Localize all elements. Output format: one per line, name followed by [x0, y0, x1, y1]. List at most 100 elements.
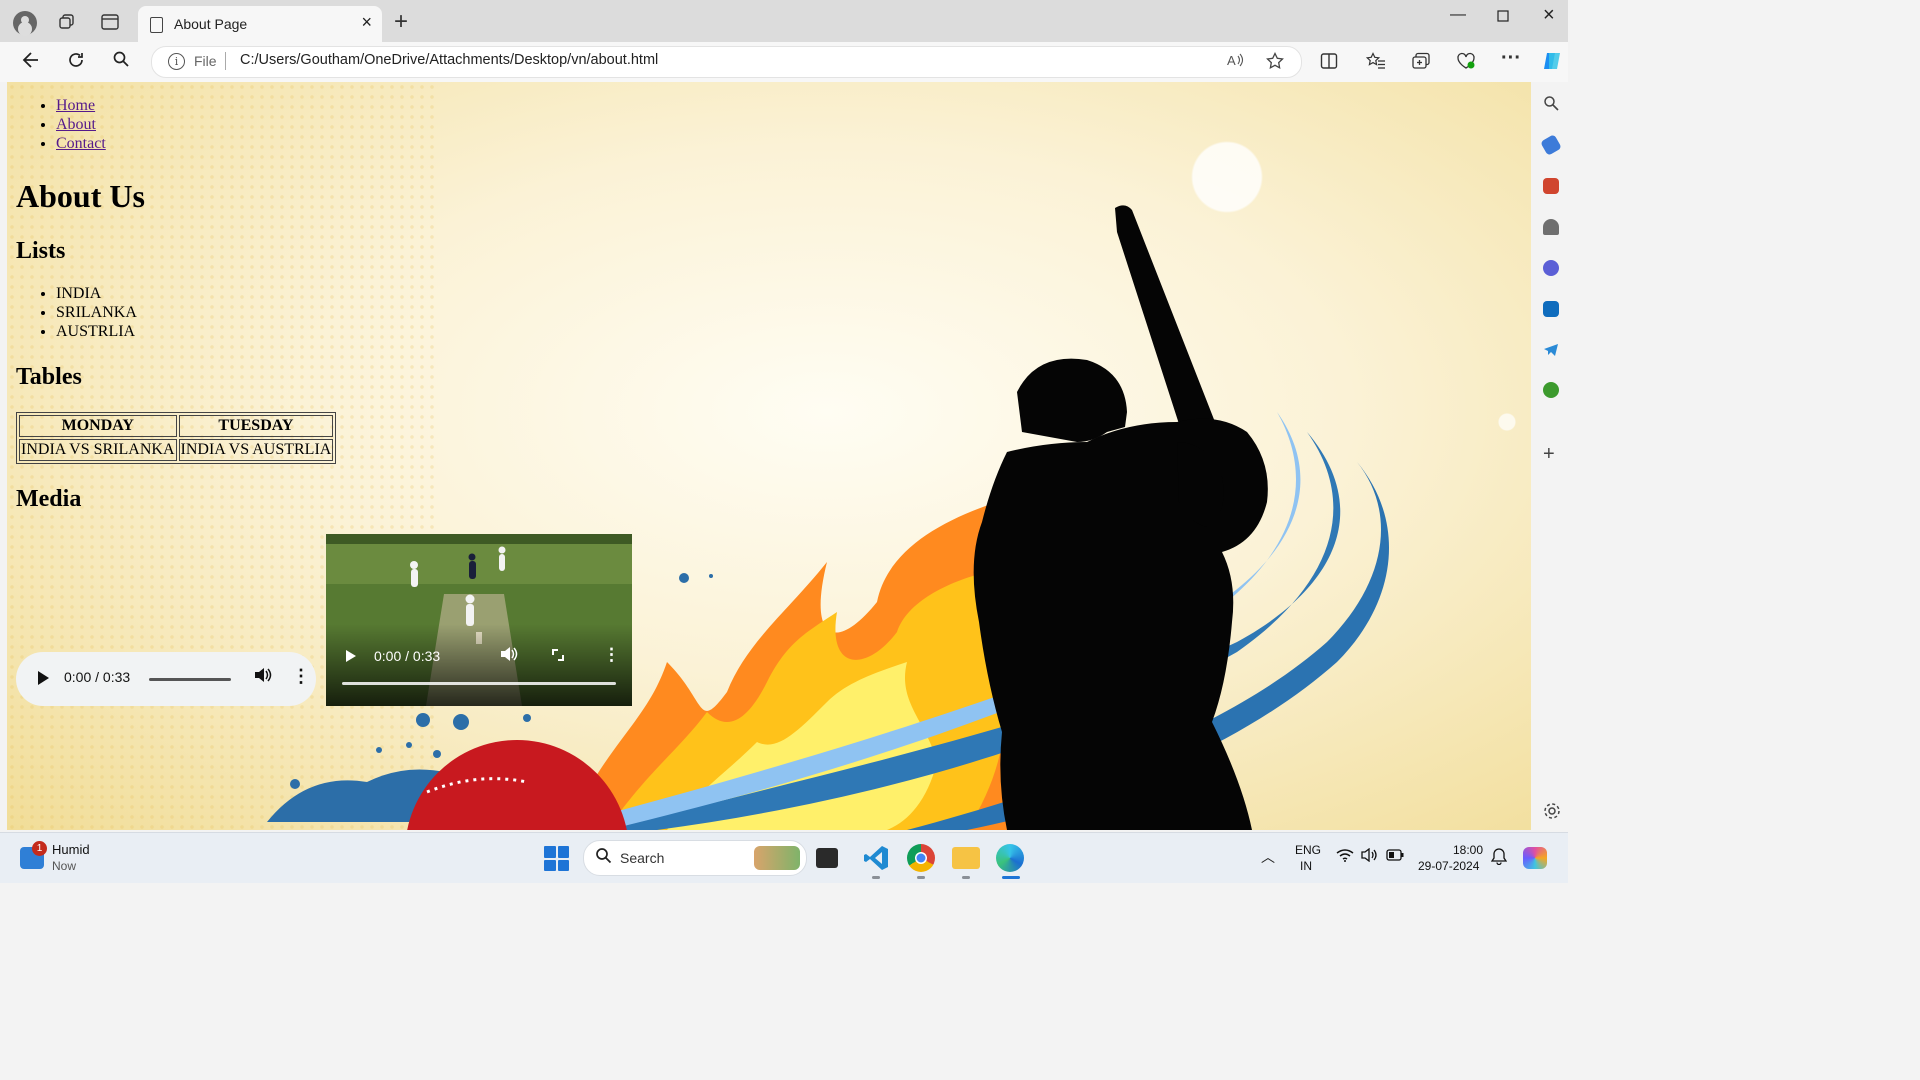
notification-bell-icon[interactable]	[1490, 848, 1508, 869]
address-url[interactable]: C:/Users/Goutham/OneDrive/Attachments/De…	[240, 52, 658, 68]
profile-icon[interactable]	[13, 11, 37, 35]
favorite-star-icon[interactable]	[1266, 51, 1284, 75]
new-tab-icon[interactable]: +	[394, 8, 408, 36]
weather-title[interactable]: Humid	[52, 842, 90, 857]
nav-link-home[interactable]: Home	[56, 97, 95, 114]
nav-item: Contact	[56, 134, 106, 153]
table-header-row: MONDAY TUESDAY	[19, 415, 334, 437]
task-view-icon[interactable]	[816, 848, 838, 868]
audio-progress-slider[interactable]	[149, 678, 231, 681]
telegram-icon[interactable]	[1543, 342, 1559, 358]
audio-time: 0:00 / 0:33	[64, 669, 131, 685]
search-label: Search	[620, 850, 665, 866]
tab-title: About Page	[174, 16, 248, 32]
table-header-cell: TUESDAY	[178, 415, 334, 437]
audio-play-icon[interactable]	[38, 671, 49, 685]
browser-essentials-icon[interactable]	[1456, 52, 1476, 75]
games-icon[interactable]	[1543, 219, 1559, 235]
fullscreen-icon[interactable]	[552, 649, 564, 661]
lists-heading: Lists	[16, 238, 66, 264]
weather-subtitle: Now	[52, 859, 77, 873]
chevron-up-icon[interactable]: ︿	[1261, 847, 1275, 867]
windows-taskbar: 1 Humid Now Search ︿ ENG IN 18:00 29-07-…	[0, 832, 1568, 883]
shopping-tag-icon[interactable]	[1540, 134, 1562, 156]
taskbar-search-box[interactable]: Search	[583, 840, 807, 876]
nav-item: Home	[56, 96, 106, 115]
minimize-icon[interactable]: —	[1450, 6, 1466, 24]
active-app-indicator	[1002, 876, 1020, 879]
tools-icon[interactable]	[1543, 178, 1559, 194]
tab-about-page[interactable]: About Page ×	[138, 6, 382, 42]
battery-icon[interactable]	[1386, 848, 1404, 865]
media-heading: Media	[16, 486, 82, 512]
video-player[interactable]: 0:00 / 0:33 ⋮	[326, 534, 632, 706]
audio-volume-icon[interactable]	[254, 667, 272, 688]
split-screen-icon[interactable]	[1320, 52, 1338, 75]
svg-text:A: A	[1227, 53, 1236, 68]
chrome-icon[interactable]	[907, 844, 935, 872]
copilot-tray-icon[interactable]	[1523, 847, 1547, 869]
refresh-icon[interactable]	[66, 50, 86, 76]
workspaces-icon[interactable]	[54, 9, 80, 35]
language-indicator[interactable]: ENG	[1295, 843, 1321, 857]
video-more-icon[interactable]: ⋮	[603, 645, 620, 665]
schedule-table: MONDAY TUESDAY INDIA VS SRILANKA INDIA V…	[16, 412, 337, 464]
nav-item: About	[56, 115, 106, 134]
page-viewport: Home About Contact About Us Lists INDIA …	[7, 82, 1531, 830]
running-indicator	[917, 876, 925, 879]
sidebar-search-icon[interactable]	[1543, 95, 1559, 111]
clock-time[interactable]: 18:00	[1453, 843, 1483, 857]
nav-link-about[interactable]: About	[56, 116, 96, 133]
search-highlight-image	[754, 846, 800, 870]
table-cell: INDIA VS AUSTRLIA	[178, 439, 334, 461]
country-list: INDIA SRILANKA AUSTRLIA	[16, 284, 137, 341]
outlook-icon[interactable]	[1543, 301, 1559, 317]
more-options-icon[interactable]: ···	[1501, 47, 1521, 70]
clock-date[interactable]: 29-07-2024	[1418, 859, 1479, 873]
tables-heading: Tables	[16, 364, 82, 390]
edge-icon[interactable]	[996, 844, 1024, 872]
address-separator	[225, 52, 226, 70]
vertical-tabs-icon[interactable]	[97, 9, 123, 35]
sidebar-settings-icon[interactable]	[1543, 802, 1560, 819]
copilot-icon[interactable]	[1541, 50, 1563, 77]
list-item: INDIA	[56, 284, 137, 303]
video-play-icon[interactable]	[346, 650, 356, 662]
collections-icon[interactable]	[1411, 52, 1431, 75]
close-tab-icon[interactable]: ×	[361, 12, 372, 33]
browser-toolbar: i File C:/Users/Goutham/OneDrive/Attachm…	[0, 42, 1568, 82]
search-icon[interactable]	[112, 50, 130, 74]
page-icon	[150, 17, 163, 33]
table-cell: INDIA VS SRILANKA	[19, 439, 177, 461]
volume-icon[interactable]	[1361, 847, 1379, 866]
audio-player: 0:00 / 0:33 ⋮	[16, 652, 316, 706]
maximize-icon[interactable]	[1497, 9, 1509, 27]
nav-link-contact[interactable]: Contact	[56, 135, 106, 152]
list-item: AUSTRLIA	[56, 322, 137, 341]
vscode-icon[interactable]	[862, 844, 890, 872]
video-volume-icon[interactable]	[500, 646, 518, 667]
address-bar[interactable]: i File C:/Users/Goutham/OneDrive/Attachm…	[151, 46, 1302, 78]
weather-badge: 1	[32, 841, 47, 856]
info-icon[interactable]: i	[168, 53, 185, 70]
nav-menu: Home About Contact	[16, 96, 106, 153]
start-button-icon[interactable]	[544, 846, 569, 871]
wifi-icon[interactable]	[1336, 848, 1354, 866]
read-aloud-icon[interactable]: A	[1227, 52, 1245, 73]
address-scheme-label: File	[194, 53, 217, 69]
close-window-icon[interactable]: ×	[1543, 4, 1555, 27]
add-sidebar-app-icon[interactable]: +	[1543, 444, 1559, 464]
running-indicator	[872, 876, 880, 879]
video-progress-slider[interactable]	[342, 682, 616, 685]
edge-sidebar: +	[1531, 82, 1568, 832]
table-header-cell: MONDAY	[19, 415, 177, 437]
list-item: SRILANKA	[56, 303, 137, 322]
video-time: 0:00 / 0:33	[374, 648, 441, 664]
favorites-icon[interactable]	[1365, 52, 1386, 75]
tree-icon[interactable]	[1543, 382, 1559, 398]
back-icon[interactable]	[21, 50, 41, 76]
table-row: INDIA VS SRILANKA INDIA VS AUSTRLIA	[19, 439, 334, 461]
file-explorer-icon[interactable]	[952, 847, 980, 869]
audio-more-icon[interactable]: ⋮	[292, 666, 310, 687]
microsoft-365-icon[interactable]	[1543, 260, 1559, 276]
